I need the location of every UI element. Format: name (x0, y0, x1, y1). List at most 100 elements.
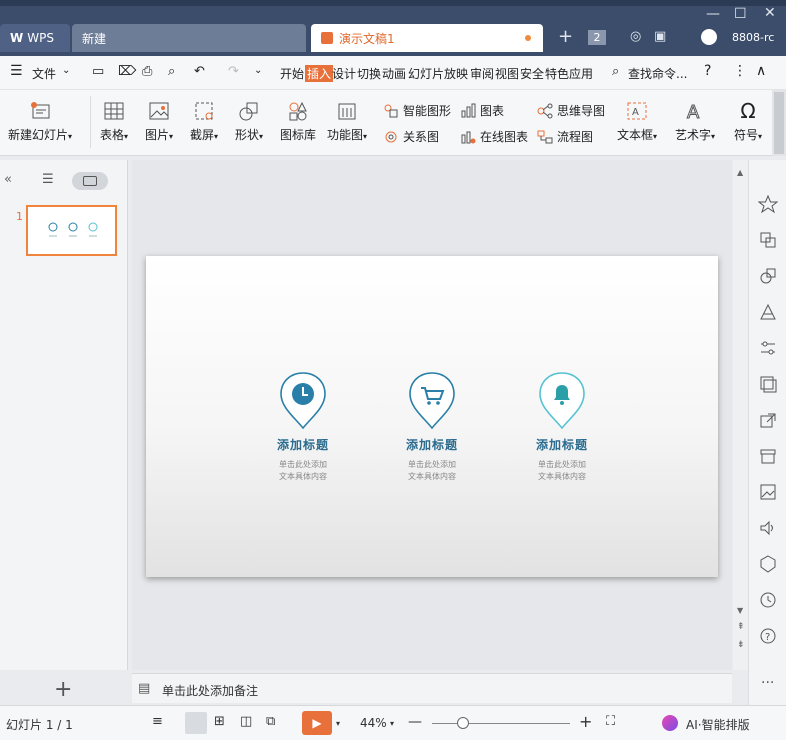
screenshot-button[interactable]: 截屏▾ (190, 100, 218, 143)
play-options-icon[interactable]: ▾ (336, 719, 340, 728)
user-name[interactable]: 8808-rc (732, 31, 774, 44)
style-icon[interactable] (758, 302, 778, 322)
function-chart-button[interactable]: 功能图▾ (327, 100, 367, 143)
vertical-scrollbar[interactable]: ▲ ▼ ⇞ ⇟ (733, 160, 748, 670)
minimize-icon[interactable]: — (706, 6, 720, 22)
history-icon[interactable] (758, 590, 778, 610)
slide-sorter-icon[interactable]: ⊞ (214, 714, 225, 729)
picture-button[interactable]: 图片▾ (145, 100, 173, 143)
notes-pane[interactable]: ▤ 单击此处添加备注 (132, 673, 732, 703)
replace-icon[interactable] (758, 230, 778, 250)
more-icon[interactable]: ⋮ (733, 63, 747, 79)
more-chevron-icon[interactable]: ⌄ (254, 65, 262, 76)
item-desc-line1[interactable]: 单击此处添加 (507, 459, 617, 471)
menu-transition[interactable]: 切换 (357, 65, 381, 82)
archive-icon[interactable] (758, 446, 778, 466)
mindmap-button[interactable]: 思维导图 (537, 102, 605, 119)
preview-icon[interactable]: ⌕ (168, 64, 175, 79)
relation-chart-button[interactable]: 关系图 (383, 128, 439, 145)
image-icon[interactable] (758, 482, 778, 502)
item-title[interactable]: 添加标题 (248, 436, 358, 453)
maximize-icon[interactable]: ☐ (734, 6, 747, 22)
textbox-button[interactable]: A 文本框▾ (617, 100, 657, 143)
item-desc-line1[interactable]: 单击此处添加 (377, 459, 487, 471)
play-slideshow-button[interactable]: ▶ (302, 711, 332, 735)
zoom-slider-thumb[interactable] (457, 717, 470, 729)
next-slide-icon[interactable]: ⇟ (737, 640, 745, 650)
slide-item[interactable]: 添加标题 单击此处添加 文本具体内容 (248, 371, 358, 483)
redo-icon[interactable]: ↷ (228, 64, 239, 79)
zoom-slider-track[interactable] (432, 723, 570, 724)
slide-item[interactable]: 添加标题 单击此处添加 文本具体内容 (507, 371, 617, 483)
item-title[interactable]: 添加标题 (507, 436, 617, 453)
item-title[interactable]: 添加标题 (377, 436, 487, 453)
save-icon[interactable]: ▭ (92, 64, 104, 79)
slide[interactable]: 添加标题 单击此处添加 文本具体内容 添加标题 单击此处添加 文本具体内容 添加… (146, 256, 718, 577)
menu-start[interactable]: 开始 (280, 65, 304, 82)
ai-logo-icon[interactable] (662, 715, 678, 731)
menu-security[interactable]: 安全 (520, 65, 544, 82)
outline-view-icon[interactable]: ☰ (42, 172, 54, 187)
add-slide-icon[interactable]: + (54, 677, 72, 702)
shape-panel-icon[interactable] (758, 266, 778, 286)
menu-design[interactable]: 设计 (332, 65, 356, 82)
gallery-icon[interactable] (758, 374, 778, 394)
icon-library-button[interactable]: 图标库 (280, 100, 316, 143)
presenter-view-icon[interactable]: ⧉ (266, 714, 275, 729)
search-icon[interactable]: ⌕ (612, 64, 619, 79)
fit-window-icon[interactable]: ⛶ (606, 714, 615, 729)
smart-shape-button[interactable]: 智能图形 (383, 102, 451, 119)
tab-wps[interactable]: W WPS (0, 24, 70, 52)
zoom-dropdown-icon[interactable]: ▾ (390, 719, 394, 728)
menu-slideshow[interactable]: 幻灯片放映 (408, 65, 468, 82)
zoom-level[interactable]: 44% (360, 716, 387, 730)
notes-placeholder[interactable]: 单击此处添加备注 (162, 682, 258, 699)
share-icon[interactable] (758, 410, 778, 430)
star-icon[interactable] (758, 194, 778, 214)
menu-review[interactable]: 审阅 (470, 65, 494, 82)
hamburger-icon[interactable]: ☰ (10, 63, 23, 79)
slide-item[interactable]: 添加标题 单击此处添加 文本具体内容 (377, 371, 487, 483)
close-icon[interactable]: ✕ (764, 5, 776, 21)
table-button[interactable]: 表格▾ (100, 100, 128, 143)
menu-animation[interactable]: 动画 (382, 65, 406, 82)
online-chart-button[interactable]: 在线图表 (460, 128, 528, 145)
ribbon-scroll-thumb[interactable] (774, 92, 784, 154)
prev-slide-icon[interactable]: ⇞ (737, 622, 745, 632)
menu-insert[interactable]: 插入 (305, 65, 334, 82)
avatar[interactable] (701, 29, 717, 45)
thumbnail-view-toggle[interactable] (72, 172, 108, 190)
ribbon-scroll[interactable] (772, 90, 786, 156)
add-tab-icon[interactable]: + (558, 26, 573, 47)
new-slide-button[interactable]: 新建幻灯片▾ (8, 100, 72, 143)
item-desc-line1[interactable]: 单击此处添加 (248, 459, 358, 471)
more-dots-icon[interactable]: ··· (761, 675, 774, 691)
collapse-panel-icon[interactable]: « (4, 172, 12, 187)
normal-view-icon[interactable] (185, 712, 207, 734)
slide-thumbnail[interactable] (26, 205, 117, 256)
zoom-in-icon[interactable]: + (579, 712, 592, 731)
menu-file[interactable]: 文件 (32, 65, 56, 82)
flowchart-button[interactable]: 流程图 (537, 128, 593, 145)
shape-button[interactable]: 形状▾ (235, 100, 263, 143)
collapse-ribbon-icon[interactable]: ∧ (756, 63, 766, 79)
help-circle-icon[interactable]: ? (758, 626, 778, 646)
tab-count-badge[interactable]: 2 (588, 30, 606, 45)
reading-view-icon[interactable]: ◫ (240, 714, 252, 729)
tab-document[interactable]: 演示文稿1 (311, 24, 543, 52)
chart-button[interactable]: 图表 (460, 102, 504, 119)
item-desc-line2[interactable]: 文本具体内容 (507, 471, 617, 483)
settings-sliders-icon[interactable] (758, 338, 778, 358)
help-icon[interactable]: ? (704, 63, 711, 79)
scroll-down-icon[interactable]: ▼ (737, 606, 743, 615)
symbol-button[interactable]: Ω 符号▾ (734, 100, 762, 143)
menu-special-apps[interactable]: 特色应用 (545, 65, 593, 82)
scroll-up-icon[interactable]: ▲ (737, 168, 743, 177)
print-icon[interactable]: ⎙ (142, 64, 152, 79)
shield-icon[interactable] (758, 554, 778, 574)
tab-new[interactable]: 新建 (72, 24, 306, 52)
zoom-out-icon[interactable]: — (408, 714, 422, 730)
wordart-button[interactable]: A 艺术字▾ (675, 100, 715, 143)
search-command[interactable]: 查找命令... (628, 65, 687, 82)
menu-view[interactable]: 视图 (495, 65, 519, 82)
